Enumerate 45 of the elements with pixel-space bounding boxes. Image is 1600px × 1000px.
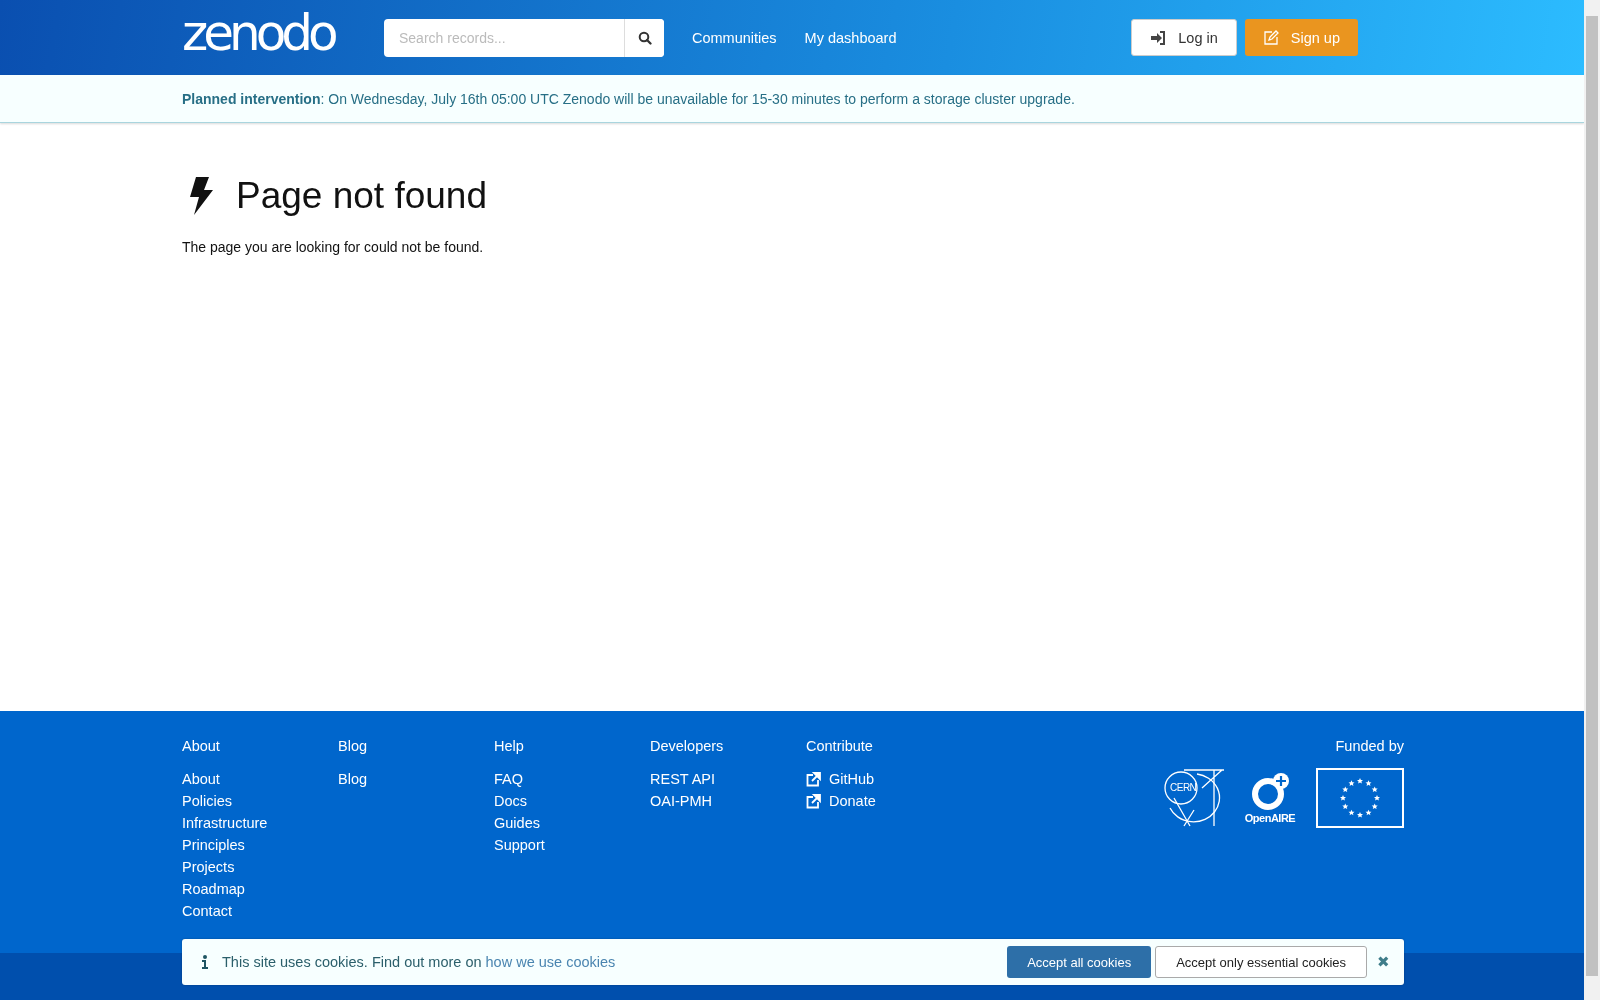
- footer-link[interactable]: Donate: [806, 790, 962, 812]
- external-link-icon: [806, 771, 821, 787]
- error-message: The page you are looking for could not be found.: [182, 239, 485, 255]
- search-icon: [637, 30, 652, 45]
- footer-link[interactable]: Contact: [182, 900, 338, 922]
- cookie-info-link[interactable]: how we use cookies: [485, 954, 616, 970]
- edit-icon: [1262, 29, 1279, 46]
- footer-link[interactable]: GitHub: [806, 768, 962, 790]
- footer-link[interactable]: Blog: [338, 768, 494, 790]
- footer-link[interactable]: Policies: [182, 790, 338, 812]
- eu-flag-logo[interactable]: [1316, 768, 1404, 828]
- external-link-icon: [806, 793, 821, 809]
- footer-heading: Blog: [338, 738, 369, 754]
- page-title: Page not found: [236, 175, 487, 217]
- nav-link[interactable]: Communities: [692, 29, 777, 46]
- footer-heading: Contribute: [806, 738, 874, 754]
- search-button[interactable]: [624, 18, 664, 57]
- cookie-text: This site uses cookies. Find out more on how we use cookies: [222, 954, 616, 970]
- footer-link[interactable]: Guides: [494, 812, 650, 834]
- sign-in-icon: [1150, 30, 1167, 45]
- info-icon: [202, 955, 208, 969]
- footer-link[interactable]: OAI-PMH: [650, 790, 806, 812]
- footer-link[interactable]: Docs: [494, 790, 650, 812]
- openaire-logo[interactable]: OpenAIRE: [1242, 772, 1298, 824]
- footer-link[interactable]: Principles: [182, 834, 338, 856]
- accept-all-button[interactable]: Accept all cookies: [1007, 946, 1152, 978]
- footer-link[interactable]: About: [182, 768, 338, 790]
- cern-logo[interactable]: CERN: [1164, 768, 1224, 828]
- login-button[interactable]: Log in: [1131, 19, 1237, 56]
- zenodo-logo[interactable]: zenodo: [182, 7, 382, 58]
- lightning-icon: [188, 177, 214, 215]
- nav-link[interactable]: My dashboard: [804, 29, 897, 46]
- announcement-text: Planned intervention: On Wednesday, July 16th 05:00 UTC Zenodo will be unavailable for 15-30 minutes to perform a storage cluster upgrade.: [182, 90, 1076, 107]
- footer-heading: About: [182, 738, 221, 754]
- footer-link[interactable]: REST API: [650, 768, 806, 790]
- close-button[interactable]: ✖: [1373, 953, 1394, 971]
- footer-link[interactable]: Infrastructure: [182, 812, 338, 834]
- footer-link[interactable]: Support: [494, 834, 650, 856]
- footer-link[interactable]: Projects: [182, 856, 338, 878]
- footer-heading: Developers: [650, 738, 725, 754]
- footer-link[interactable]: Roadmap: [182, 878, 338, 900]
- funded-by-label: Funded by: [1335, 738, 1404, 754]
- footer-heading: Help: [494, 738, 525, 754]
- accept-essential-button[interactable]: Accept only essential cookies: [1155, 946, 1367, 978]
- footer-link[interactable]: FAQ: [494, 768, 650, 790]
